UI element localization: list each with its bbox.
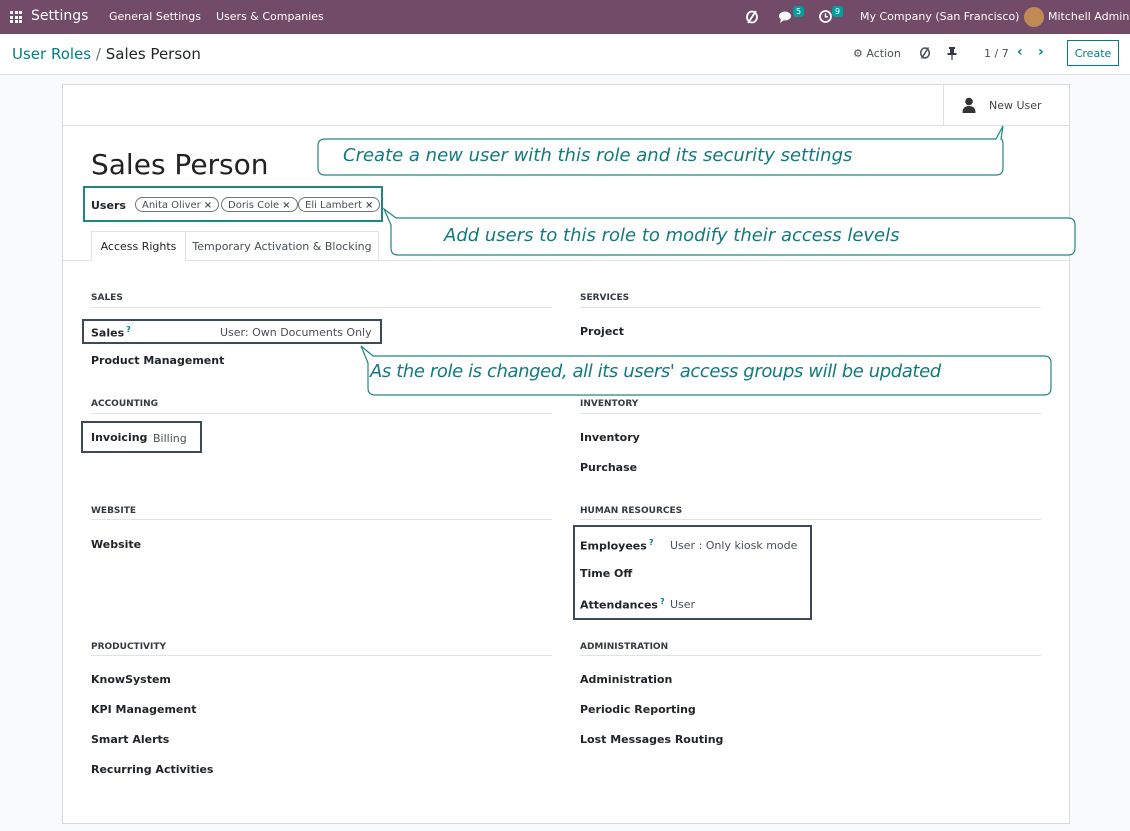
callout-new-user-text: Create a new user with this role and its… bbox=[343, 145, 853, 166]
callout-users-text: Add users to this role to modify their a… bbox=[444, 225, 900, 246]
callout-shapes bbox=[317, 125, 1076, 396]
callout-role-change-text: As the role is changed, all its users' a… bbox=[370, 361, 941, 382]
